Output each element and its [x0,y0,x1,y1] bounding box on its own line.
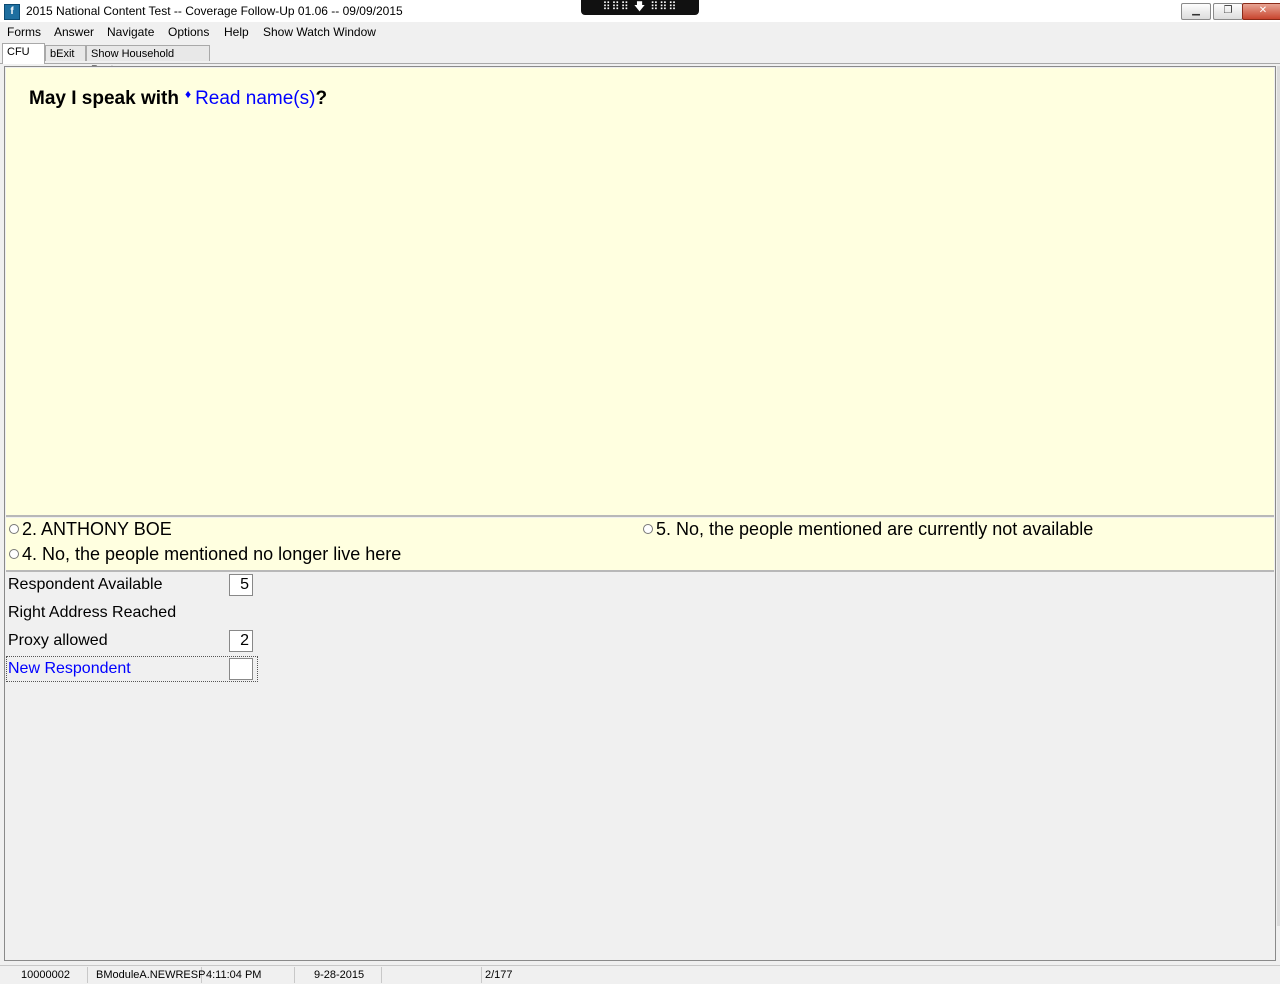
question-pane: May I speak with ♦ Read name(s)? [6,68,1274,517]
answer-option-4[interactable]: 4. No, the people mentioned no longer li… [9,544,401,565]
radio-icon[interactable] [9,524,19,534]
window-title: 2015 National Content Test -- Coverage F… [26,4,403,18]
answer-pane: 2. ANTHONY BOE 5. No, the people mention… [6,518,1274,572]
field-value[interactable]: 2 [229,630,253,652]
status-spacer [382,967,482,983]
close-icon: ✕ [1258,5,1268,16]
close-button[interactable]: ✕ [1242,3,1280,20]
menu-options[interactable]: Options [168,25,209,39]
radio-icon[interactable] [643,524,653,534]
fill-marker-icon: ♦ [184,87,192,101]
field-label: Proxy allowed [8,632,108,649]
question-suffix: ? [315,88,328,109]
field-row-respondent-available[interactable]: Respondent Available 5 [6,572,258,598]
field-row-proxy-allowed[interactable]: Proxy allowed 2 [6,628,258,654]
remote-session-bar[interactable]: ⠿⠿⠿ 🡇 ⠿⠿⠿ [581,0,699,15]
menu-show-watch-window[interactable]: Show Watch Window [263,25,376,39]
answer-option-label: 4. No, the people mentioned no longer li… [22,544,402,564]
answer-option-label: 2. ANTHONY BOE [22,519,172,539]
status-case-id: 10000002 [0,967,88,983]
tab-strip: CFU bExit Show Household Roster [0,41,1280,76]
field-value[interactable]: 5 [229,574,253,596]
answer-option-label: 5. No, the people mentioned are currentl… [656,519,1094,539]
answer-option-5[interactable]: 5. No, the people mentioned are currentl… [643,519,1093,540]
question-text: May I speak with ♦ Read name(s)? [29,87,327,110]
menu-help[interactable]: Help [224,25,249,39]
menu-forms[interactable]: Forms [7,25,41,39]
minimize-button[interactable]: ▁ [1181,3,1211,20]
title-bar: f 2015 National Content Test -- Coverage… [0,0,1280,23]
field-label: New Respondent [8,660,131,677]
field-row-right-address-reached[interactable]: Right Address Reached [6,600,258,626]
tab-bexit[interactable]: bExit [45,45,86,61]
status-time: 4:11:04 PM [202,967,295,983]
tab-cfu[interactable]: CFU [2,43,45,64]
status-date: 9-28-2015 [295,967,382,983]
menu-answer[interactable]: Answer [54,25,94,39]
status-bar: 10000002 BModuleA.NEWRESP 4:11:04 PM 9-2… [0,965,1280,984]
restore-button[interactable]: ❐ [1213,3,1243,20]
new-respondent-input[interactable] [229,658,253,680]
answer-option-2[interactable]: 2. ANTHONY BOE [9,519,172,540]
app-icon: f [4,4,20,20]
field-row-new-respondent[interactable]: New Respondent [6,656,258,682]
minimize-icon: ▁ [1192,5,1200,16]
menu-bar: Forms Answer Navigate Options Help Show … [0,22,1280,41]
menu-navigate[interactable]: Navigate [107,25,154,39]
field-label: Right Address Reached [8,604,177,621]
status-page: 2/177 [485,969,513,981]
form-frame: May I speak with ♦ Read name(s)? 2. ANTHON… [4,66,1276,961]
restore-icon: ❐ [1223,5,1233,16]
radio-icon[interactable] [9,549,19,559]
status-field-name: BModuleA.NEWRESP [92,967,205,983]
question-fill: Read name(s) [195,88,316,109]
tab-show-household-roster[interactable]: Show Household Roster [86,45,210,76]
field-label: Respondent Available [8,576,163,593]
question-prefix: May I speak with [29,88,179,109]
